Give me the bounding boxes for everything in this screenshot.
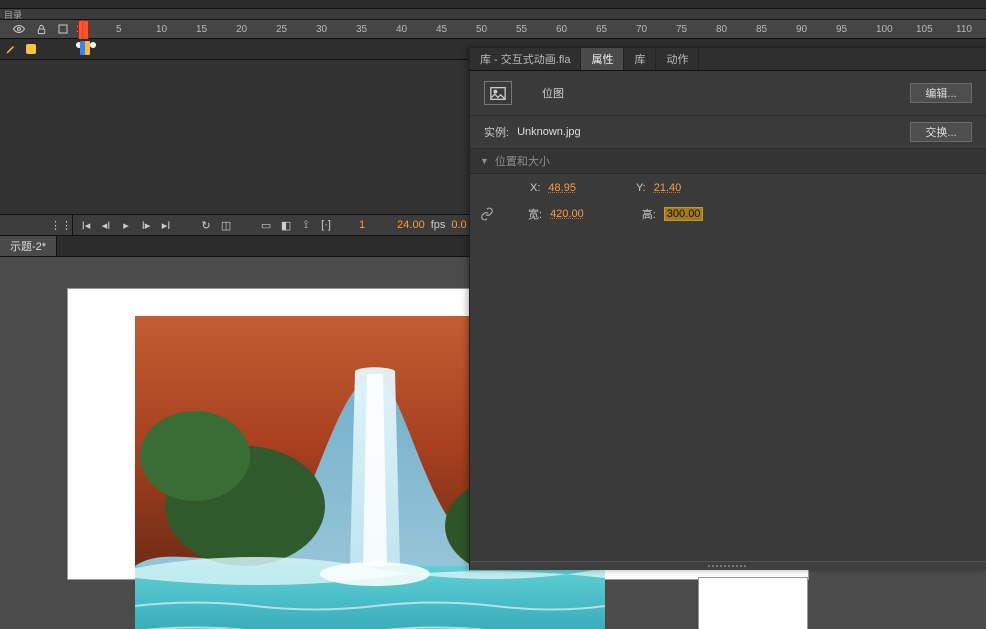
elapsed-value[interactable]: 0.0 <box>451 219 466 231</box>
properties-panel: 库 - 交互式动画.fla 属性 库 动作 位图 编辑... 实例: Unkno… <box>469 47 986 570</box>
ruler-tick: 55 <box>516 24 556 35</box>
bracket-icon[interactable]: [·] <box>319 218 333 232</box>
height-label: 高: <box>642 206 656 222</box>
ruler-tick: 35 <box>356 24 396 35</box>
ruler-tick: 80 <box>716 24 756 35</box>
frame-marker[interactable] <box>85 41 90 55</box>
x-label: X: <box>530 182 540 194</box>
ruler-tick: 105 <box>916 24 956 35</box>
ruler-tick: 5 <box>116 24 156 35</box>
layer-color-swatch <box>26 44 36 54</box>
ruler-tick: 75 <box>676 24 716 35</box>
document-tab[interactable]: 示题-2* <box>0 236 57 256</box>
ruler-tick: 15 <box>196 24 236 35</box>
current-frame[interactable]: 1 <box>359 219 365 231</box>
loop-icon[interactable]: ↻ <box>199 218 213 232</box>
outline-icon[interactable] <box>56 22 70 36</box>
visibility-icon[interactable] <box>12 22 26 36</box>
height-value[interactable]: 300.00 <box>664 207 704 221</box>
timeline-ruler[interactable]: 1510152025303540455055606570758085909510… <box>0 19 986 39</box>
edit-button[interactable]: 编辑... <box>910 83 972 103</box>
ruler-tick: 10 <box>156 24 196 35</box>
ruler-tick: 25 <box>276 24 316 35</box>
timeline-header: 目录 <box>0 9 986 19</box>
instance-name: Unknown.jpg <box>517 126 581 138</box>
width-value[interactable]: 420.00 <box>550 208 584 220</box>
ruler-tick: 65 <box>596 24 636 35</box>
fps-value[interactable]: 24.00 <box>397 219 425 231</box>
ruler-tick: 85 <box>756 24 796 35</box>
x-value[interactable]: 48.95 <box>548 182 576 194</box>
link-dimensions-icon[interactable] <box>480 207 494 221</box>
type-label: 位图 <box>542 85 564 101</box>
marker-icon[interactable]: ⟟ <box>299 218 313 232</box>
timeline-menu-icon[interactable]: ⋮⋮ <box>54 218 68 232</box>
ruler-tick: 20 <box>236 24 276 35</box>
goto-first-icon[interactable]: I◂ <box>79 218 93 232</box>
goto-last-icon[interactable]: ▸I <box>159 218 173 232</box>
tab-library-doc[interactable]: 库 - 交互式动画.fla <box>470 48 581 70</box>
fps-unit: fps <box>431 219 446 231</box>
ruler-tick: 60 <box>556 24 596 35</box>
y-value[interactable]: 21.40 <box>654 182 682 194</box>
ruler-tick: 90 <box>796 24 836 35</box>
y-label: Y: <box>636 182 646 194</box>
canvas-extra <box>698 577 808 629</box>
ruler-tick: 50 <box>476 24 516 35</box>
bitmap-type-icon <box>484 81 512 105</box>
center-frame-icon[interactable]: ▭ <box>259 218 273 232</box>
lock-icon[interactable] <box>34 22 48 36</box>
tab-library[interactable]: 库 <box>624 48 656 70</box>
tab-properties[interactable]: 属性 <box>581 48 624 70</box>
play-icon[interactable]: ▸ <box>119 218 133 232</box>
disclosure-triangle-icon[interactable]: ▼ <box>480 156 489 166</box>
edit-multi-icon[interactable]: ◧ <box>279 218 293 232</box>
ruler-tick: 30 <box>316 24 356 35</box>
step-back-icon[interactable]: ◂I <box>99 218 113 232</box>
keyframe-dot[interactable] <box>90 42 96 48</box>
panel-drag-handle[interactable] <box>470 561 986 570</box>
onion-skin-icon[interactable]: ◫ <box>219 218 233 232</box>
ruler-tick: 45 <box>436 24 476 35</box>
ruler-tick: 95 <box>836 24 876 35</box>
tab-actions[interactable]: 动作 <box>656 48 699 70</box>
section-title-position-size[interactable]: 位置和大小 <box>495 153 550 169</box>
instance-label: 实例: <box>484 124 509 140</box>
swap-button[interactable]: 交换... <box>910 122 972 142</box>
step-forward-icon[interactable]: I▸ <box>139 218 153 232</box>
ruler-tick: 110 <box>956 24 986 35</box>
ruler-tick: 70 <box>636 24 676 35</box>
ruler-tick: 40 <box>396 24 436 35</box>
width-label: 宽: <box>528 206 542 222</box>
ruler-tick: 100 <box>876 24 916 35</box>
brush-icon[interactable] <box>4 42 18 56</box>
